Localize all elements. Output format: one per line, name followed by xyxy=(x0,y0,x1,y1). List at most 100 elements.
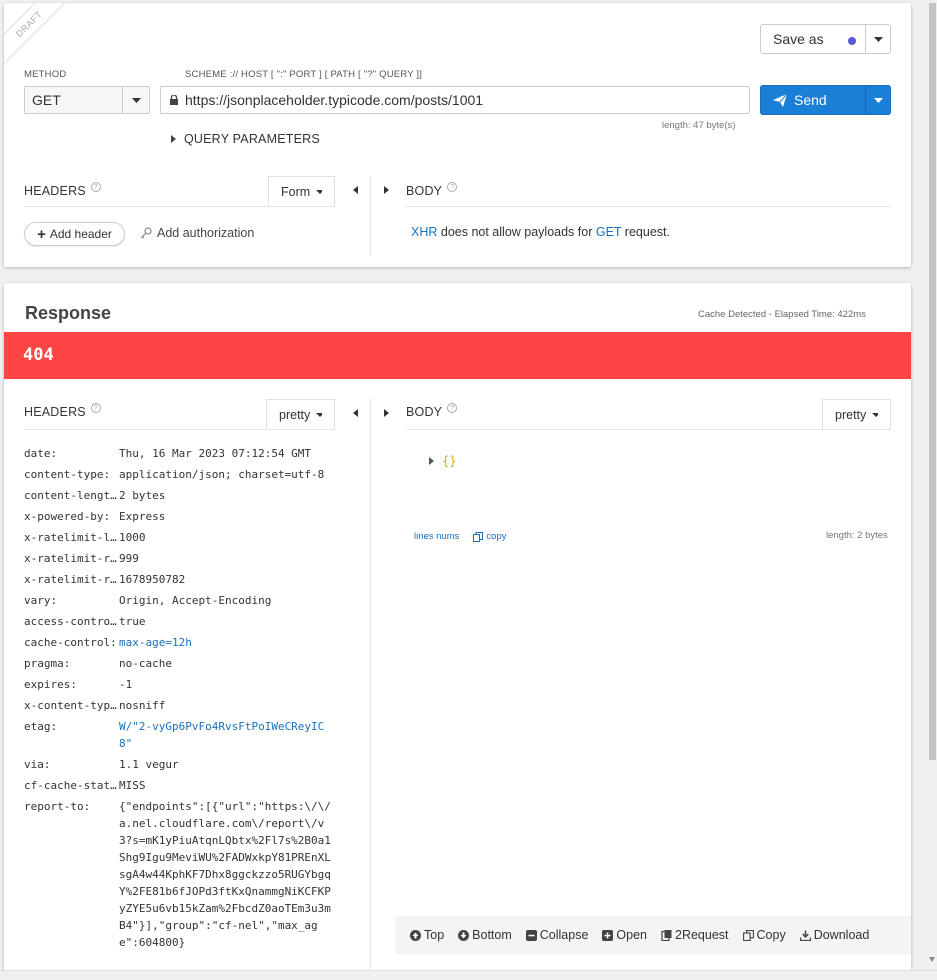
response-body-title: BODY ? xyxy=(406,403,458,419)
top-button[interactable]: Top xyxy=(410,928,444,942)
divider xyxy=(24,206,335,207)
collapse-left-icon[interactable] xyxy=(353,186,358,194)
divider xyxy=(24,429,335,430)
send-label: Send xyxy=(794,92,827,108)
header-value: Express xyxy=(119,510,166,523)
xhr-link[interactable]: XHR xyxy=(411,225,437,239)
header-value: 2 bytes xyxy=(119,489,166,502)
caret-right-icon[interactable] xyxy=(429,457,434,465)
header-key: date: xyxy=(24,447,58,460)
collapse-label: Collapse xyxy=(539,928,589,942)
collapse-left-icon[interactable] xyxy=(353,409,358,417)
header-row: x-ratelimit-remaining:999 xyxy=(24,550,344,567)
help-icon[interactable]: ? xyxy=(90,182,101,192)
header-row: date: Thu, 16 Mar 2023 07:12:54 GMT xyxy=(24,445,344,462)
get-link[interactable]: GET xyxy=(596,225,621,239)
divider xyxy=(370,176,371,256)
send-main[interactable]: Send xyxy=(761,86,866,114)
url-format-label: SCHEME :// HOST [ ":" PORT ] [ PATH [ "?… xyxy=(185,69,423,80)
header-key: access-control-allow-credentials: xyxy=(24,615,119,628)
save-as-main[interactable]: Save as xyxy=(761,25,866,53)
xhr-message-part1: does not allow payloads for xyxy=(437,225,596,239)
to-request-button[interactable]: 2Request xyxy=(661,928,729,942)
json-tree[interactable]: {} xyxy=(429,454,456,468)
header-row: x-content-type-options:nosniff xyxy=(24,697,344,714)
top-label: Top xyxy=(424,928,445,942)
header-value: 999 xyxy=(119,552,139,565)
chevron-down-icon xyxy=(316,412,322,417)
save-as-button[interactable]: Save as xyxy=(760,24,891,54)
vertical-scrollbar[interactable] xyxy=(927,0,937,970)
bottom-label: Bottom xyxy=(472,928,512,942)
headers-mode-dropdown[interactable]: Form xyxy=(268,176,335,206)
response-body-mode-dropdown[interactable]: pretty xyxy=(822,399,891,429)
scrollbar-thumb[interactable] xyxy=(929,3,936,760)
paper-plane-icon xyxy=(773,93,787,107)
header-key: vary: xyxy=(24,594,58,607)
horizontal-scrollbar[interactable] xyxy=(0,970,937,980)
collapse-right-icon[interactable] xyxy=(384,186,389,194)
help-icon[interactable]: ? xyxy=(447,403,458,413)
response-title: Response xyxy=(25,303,112,323)
draft-ribbon: DRAFT xyxy=(4,3,76,71)
header-key: report-to: xyxy=(24,800,91,813)
header-row: content-type: application/json; charset=u… xyxy=(24,466,344,483)
url-value: https://jsonplaceholder.typicode.com/pos… xyxy=(185,92,484,108)
divider xyxy=(406,206,891,207)
json-root: {} xyxy=(442,454,457,468)
header-value: nosniff xyxy=(119,699,166,712)
add-authorization-button[interactable]: Add authorization xyxy=(140,226,254,240)
request-headers-title: HEADERS ? xyxy=(24,182,101,198)
header-row: x-ratelimit-reset:1678950782 xyxy=(24,571,344,588)
header-value: 1.1 vegur xyxy=(119,758,179,771)
save-as-dropdown-toggle[interactable] xyxy=(866,25,890,53)
request-body-title: BODY ? xyxy=(406,182,458,198)
lines-nums-toggle[interactable]: lines nums xyxy=(414,531,459,542)
header-row: expires: -1 xyxy=(24,676,344,693)
copy-body-button[interactable]: copy xyxy=(473,531,507,542)
header-value: true xyxy=(119,615,146,628)
send-button[interactable]: Send xyxy=(760,85,891,115)
divider xyxy=(370,399,371,973)
header-key: x-ratelimit-limit: xyxy=(24,531,119,544)
help-icon[interactable]: ? xyxy=(447,182,458,192)
copy-button[interactable]: Copy xyxy=(742,928,786,942)
header-value[interactable]: W/"2-vyGp6PvFo4RvsFtPoIWeCReyIC8" xyxy=(119,718,331,752)
header-value: MISS xyxy=(119,779,146,792)
save-as-label: Save as xyxy=(773,31,824,47)
method-dropdown-toggle[interactable] xyxy=(122,87,149,113)
arrow-up-circle-icon xyxy=(410,929,421,941)
response-panel: Response Cache Detected - Elapsed Time: … xyxy=(4,283,911,973)
xhr-message: XHR does not allow payloads for GET requ… xyxy=(411,225,670,239)
collapse-right-icon[interactable] xyxy=(384,409,389,417)
chevron-down-icon xyxy=(873,36,883,42)
caret-right-icon xyxy=(171,135,176,143)
help-icon[interactable]: ? xyxy=(90,403,101,413)
chevron-down-icon xyxy=(872,412,878,417)
header-row: access-control-allow-credentials:true xyxy=(24,613,344,630)
header-value: -1 xyxy=(119,678,133,691)
method-select[interactable]: GET xyxy=(24,86,150,114)
header-key: cf-cache-status: xyxy=(24,779,119,792)
download-icon xyxy=(799,930,811,941)
scroll-down-arrow-icon[interactable] xyxy=(929,957,935,962)
header-value[interactable]: max-age=12h xyxy=(119,634,331,651)
add-header-button[interactable]: + Add header xyxy=(24,222,125,246)
bottom-button[interactable]: Bottom xyxy=(458,928,512,942)
copy-label: copy xyxy=(486,531,507,542)
header-key: x-powered-by: xyxy=(24,510,111,523)
open-button[interactable]: Open xyxy=(602,928,647,942)
url-input[interactable]: https://jsonplaceholder.typicode.com/pos… xyxy=(160,86,750,114)
header-value: application/json; charset=utf-8 xyxy=(119,468,325,481)
download-button[interactable]: Download xyxy=(799,928,869,942)
request-headers-label: HEADERS xyxy=(24,184,86,198)
query-parameters-toggle[interactable]: QUERY PARAMETERS xyxy=(171,132,320,146)
status-code-bar: 404 xyxy=(4,332,911,379)
send-dropdown-toggle[interactable] xyxy=(866,86,890,114)
collapse-button[interactable]: Collapse xyxy=(525,928,589,942)
minus-square-icon xyxy=(525,929,537,941)
header-row: pragma: no-cache xyxy=(24,655,344,672)
response-headers-mode-dropdown[interactable]: pretty xyxy=(266,399,335,429)
open-label: Open xyxy=(616,928,647,942)
response-body-label: BODY xyxy=(406,405,443,419)
